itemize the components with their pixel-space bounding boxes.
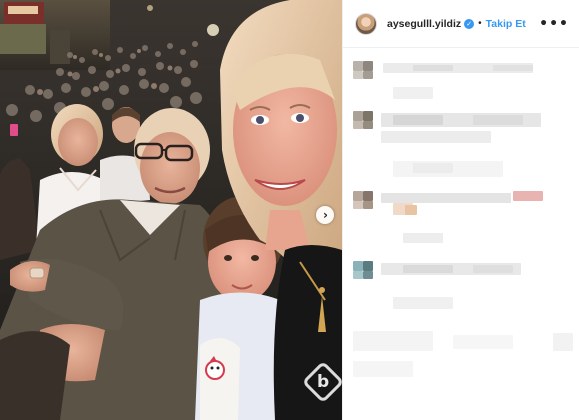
post-sidebar: aysegulll.yildiz ✓ • Takip Et ••• <box>342 0 579 420</box>
pixelated-comment <box>353 189 573 249</box>
separator-dot: • <box>478 18 482 29</box>
follow-button[interactable]: Takip Et <box>486 18 526 30</box>
pixelated-comment <box>353 111 573 191</box>
pixelated-comment <box>353 259 573 319</box>
post-header: aysegulll.yildiz ✓ • Takip Et ••• <box>343 0 579 48</box>
chevron-right-icon: › <box>323 207 328 222</box>
more-options-icon[interactable]: ••• <box>539 16 569 32</box>
comments-section-pixelated <box>343 49 579 420</box>
next-photo-button[interactable]: › <box>316 206 334 224</box>
verified-badge-icon: ✓ <box>464 18 475 29</box>
username-link[interactable]: aysegulll.yildiz <box>387 18 461 30</box>
profile-avatar[interactable] <box>355 12 377 35</box>
site-logo-watermark: b <box>301 360 342 404</box>
pixelated-comment <box>353 59 573 109</box>
pixelated-comment <box>353 331 573 391</box>
concert-selfie-image <box>0 0 342 420</box>
post-photo[interactable]: › b <box>0 0 342 420</box>
watermark-letter: b <box>316 371 330 392</box>
